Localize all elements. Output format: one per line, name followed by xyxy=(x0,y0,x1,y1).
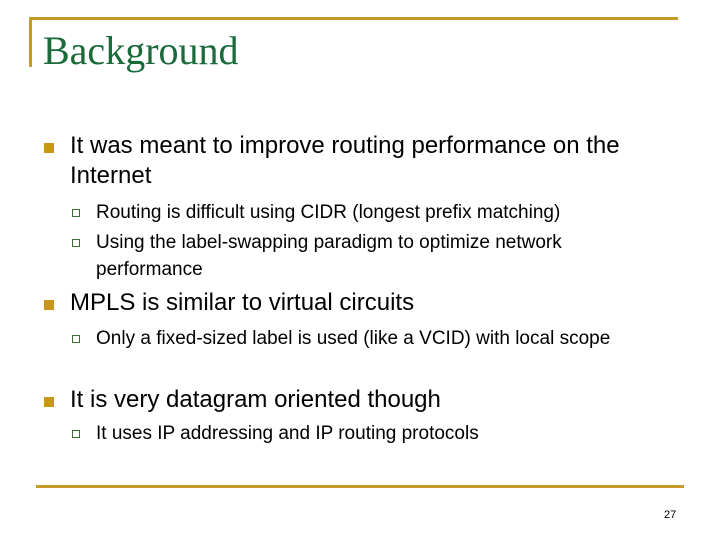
bullet-item: It was meant to improve routing performa… xyxy=(44,131,680,191)
bullet-item: It is very datagram oriented though xyxy=(44,385,680,415)
sub-bullet-text: Routing is difficult using CIDR (longest… xyxy=(96,202,561,223)
sub-bullet-text: It uses IP addressing and IP routing pro… xyxy=(96,423,479,444)
top-rule xyxy=(29,17,318,20)
square-bullet-icon xyxy=(44,143,54,153)
square-bullet-icon xyxy=(44,397,54,407)
bullet-item: MPLS is similar to virtual circuits xyxy=(44,288,680,318)
square-bullet-icon xyxy=(44,300,54,310)
bottom-rule xyxy=(36,485,684,488)
hollow-square-bullet-icon xyxy=(72,209,80,217)
hollow-square-bullet-icon xyxy=(72,335,80,343)
bullet-text: It was meant to improve routing performa… xyxy=(70,132,620,189)
sub-bullet-item: Using the label-swapping paradigm to opt… xyxy=(72,229,656,283)
page-number: 27 xyxy=(664,509,677,521)
hollow-square-bullet-icon xyxy=(72,239,80,247)
sub-bullet-text: Only a fixed-sized label is used (like a… xyxy=(96,328,611,349)
sub-bullet-item: It uses IP addressing and IP routing pro… xyxy=(72,420,656,447)
slide-title: Background xyxy=(43,28,239,73)
hollow-square-bullet-icon xyxy=(72,430,80,438)
sub-bullet-item: Routing is difficult using CIDR (longest… xyxy=(72,199,656,226)
top-rule-right xyxy=(318,17,678,20)
left-rule xyxy=(29,17,32,67)
bullet-text: MPLS is similar to virtual circuits xyxy=(70,289,415,316)
sub-bullet-item: Only a fixed-sized label is used (like a… xyxy=(72,325,656,352)
sub-bullet-text: Using the label-swapping paradigm to opt… xyxy=(96,232,562,280)
bullet-text: It is very datagram oriented though xyxy=(70,386,441,413)
